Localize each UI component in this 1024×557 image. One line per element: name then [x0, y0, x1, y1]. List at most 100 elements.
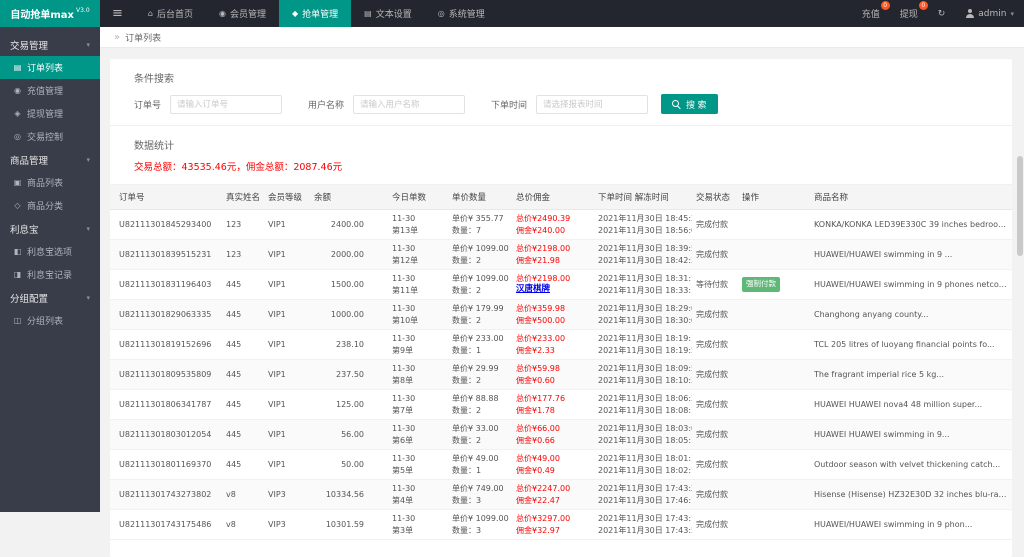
order-no-input[interactable]	[170, 95, 282, 114]
real-name-cell: v8	[222, 480, 264, 510]
total-commission-cell: 总价¥66.00 佣金¥0.66	[512, 420, 594, 450]
chevron-down-icon: ▾	[86, 156, 90, 164]
top-menu-item[interactable]: ◉ 会员管理	[206, 0, 279, 27]
order-no-cell: U82111301803012054	[110, 420, 222, 450]
text-icon: ▤	[364, 9, 372, 18]
sidebar-section[interactable]: 交易管理 ▾	[0, 33, 100, 56]
search-button-label: 搜 索	[686, 98, 707, 111]
actions-cell	[738, 420, 810, 450]
withdraw-badge: 0	[919, 1, 928, 10]
admin-menu[interactable]: admin ▾	[955, 0, 1024, 27]
breadcrumb-icon: »	[114, 32, 120, 43]
user-name-input[interactable]	[353, 95, 465, 114]
watermark-link[interactable]: 汉唐棋牌	[516, 284, 590, 296]
order-time-cell: 2021年11月30日 18:39:512021年11月30日 18:42:38	[594, 240, 692, 270]
menu-toggle-icon[interactable]: ≡	[100, 6, 135, 21]
sidebar-item[interactable]: ◨ 利息宝记录	[0, 263, 100, 286]
vip-level-cell: VIP1	[264, 210, 310, 240]
table-row: U82111301743273802 v8 VIP3 10334.56 11-3…	[110, 480, 1012, 510]
balance-cell: 56.00	[310, 420, 388, 450]
sidebar-section[interactable]: 分组配置 ▾	[0, 286, 100, 309]
order-time-cell: 2021年11月30日 18:31:192021年11月30日 18:33:19	[594, 270, 692, 300]
search-icon	[672, 100, 681, 109]
table-row: U82111301819152696 445 VIP1 238.10 11-30…	[110, 330, 1012, 360]
column-header: 真实姓名	[222, 185, 264, 210]
status-cell: 完成付款	[692, 330, 738, 360]
unit-price-cell: 单价¥ 1099.00数量：3	[448, 510, 512, 540]
unit-price-cell: 单价¥ 29.99数量：2	[448, 360, 512, 390]
order-time-cell: 2021年11月30日 18:06:342021年11月30日 18:08:12	[594, 390, 692, 420]
user-icon	[965, 9, 974, 18]
order-no-cell: U82111301801169370	[110, 450, 222, 480]
real-name-cell: 445	[222, 420, 264, 450]
search-section-title: 条件搜索	[134, 70, 988, 85]
content: 条件搜索 订单号 用户名称 下单时间 搜 索	[100, 49, 1024, 512]
breadcrumb: » 订单列表	[100, 27, 1024, 48]
order-time-cell: 2021年11月30日 18:45:292021年11月30日 18:56:03	[594, 210, 692, 240]
column-header: 操作	[738, 185, 810, 210]
order-no-cell: U82111301743175486	[110, 510, 222, 540]
stats-summary: 交易总额：43535.46元，佣金总额：2087.46元	[134, 159, 988, 173]
order-time-label: 下单时间	[491, 98, 527, 111]
real-name-cell: 445	[222, 450, 264, 480]
row-actions: 强制付款取消订单	[742, 279, 810, 288]
balance-cell: 237.50	[310, 360, 388, 390]
total-commission-cell: 总价¥59.98 佣金¥0.60	[512, 360, 594, 390]
sidebar-section[interactable]: 商品管理 ▾	[0, 148, 100, 171]
top-menu-item[interactable]: ◎ 系统管理	[425, 0, 498, 27]
order-time-input[interactable]	[536, 95, 648, 114]
status-cell: 完成付款	[692, 210, 738, 240]
real-name-cell: 123	[222, 240, 264, 270]
table-row: U82111301839515231 123 VIP1 2000.00 11-3…	[110, 240, 1012, 270]
actions-cell	[738, 450, 810, 480]
balance-cell: 10301.59	[310, 510, 388, 540]
control-icon: ◎	[13, 132, 22, 141]
total-commission-cell: 总价¥49.00 佣金¥0.49	[512, 450, 594, 480]
actions-cell	[738, 390, 810, 420]
orders-tbody: U82111301845293400 123 VIP1 2400.00 11-3…	[110, 210, 1012, 540]
table-row: U82111301829063335 445 VIP1 1000.00 11-3…	[110, 300, 1012, 330]
force-pay-button[interactable]: 强制付款	[742, 277, 780, 292]
sidebar-item[interactable]: ◈ 提现管理	[0, 102, 100, 125]
order-no-cell: U82111301845293400	[110, 210, 222, 240]
top-menu-item[interactable]: ▤ 文本设置	[351, 0, 425, 27]
stats-section-title: 数据统计	[134, 137, 988, 152]
scrollbar-thumb[interactable]	[1017, 156, 1023, 256]
product-name-cell: KONKA/KONKA LED39E330C 39 inches bedroom…	[810, 210, 1012, 240]
withdraw-link[interactable]: 提现 0	[890, 0, 928, 27]
order-time-cell: 2021年11月30日 18:01:162021年11月30日 18:02:11	[594, 450, 692, 480]
sidebar-item[interactable]: ◇ 商品分类	[0, 194, 100, 217]
refresh-button[interactable]: ↻	[928, 0, 956, 27]
total-commission-cell: 总价¥2198.00 佣金¥21.98	[512, 240, 594, 270]
sidebar-item[interactable]: ▣ 商品列表	[0, 171, 100, 194]
sidebar-item[interactable]: ◉ 充值管理	[0, 79, 100, 102]
search-button[interactable]: 搜 索	[661, 94, 718, 114]
unit-price-cell: 单价¥ 49.00数量：1	[448, 450, 512, 480]
list-icon: ▤	[13, 63, 22, 72]
top-menu-item[interactable]: ⌂ 后台首页	[135, 0, 206, 27]
table-row: U82111301831196403 445 VIP1 1500.00 11-3…	[110, 270, 1012, 300]
main-area: » 订单列表 条件搜索 订单号 用户名称 下单时间 搜 索	[100, 27, 1024, 512]
vip-level-cell: VIP3	[264, 480, 310, 510]
sidebar-item[interactable]: ◫ 分组列表	[0, 309, 100, 332]
sidebar: 交易管理 ▾ ▤ 订单列表 ◉ 充值管理 ◈ 提现管理 ◎ 交易控制 商品管理 …	[0, 27, 100, 512]
total-commission-cell: 总价¥2247.00 佣金¥22.47	[512, 480, 594, 510]
scrollbar[interactable]	[1017, 50, 1023, 509]
real-name-cell: 445	[222, 300, 264, 330]
vip-level-cell: VIP1	[264, 390, 310, 420]
unit-price-cell: 单价¥ 33.00数量：2	[448, 420, 512, 450]
balance-cell: 2000.00	[310, 240, 388, 270]
order-time-cell: 2021年11月30日 17:43:272021年11月30日 17:46:17	[594, 480, 692, 510]
chevron-down-icon: ▾	[86, 294, 90, 302]
product-name-cell: Outdoor season with velvet thickening ca…	[810, 450, 1012, 480]
unit-price-cell: 单价¥ 1099.00数量：2	[448, 240, 512, 270]
sidebar-item[interactable]: ◎ 交易控制	[0, 125, 100, 148]
sidebar-section[interactable]: 利息宝 ▾	[0, 217, 100, 240]
product-name-cell: HUAWEI/HUAWEI swimming in 9 ...	[810, 240, 1012, 270]
status-cell: 完成付款	[692, 360, 738, 390]
column-header: 订单号	[110, 185, 222, 210]
sidebar-item[interactable]: ◧ 利息宝选项	[0, 240, 100, 263]
sidebar-item[interactable]: ▤ 订单列表	[0, 56, 100, 79]
top-menu-item[interactable]: ◆ 抢单管理	[279, 0, 351, 27]
recharge-link[interactable]: 充值 0	[852, 0, 890, 27]
